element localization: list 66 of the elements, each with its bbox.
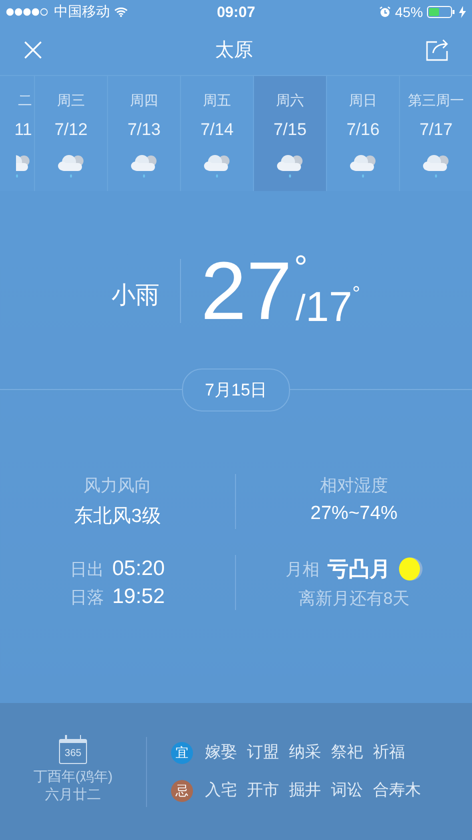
almanac-item: 嫁娶 bbox=[205, 743, 237, 763]
date-pill: 7月15日 bbox=[182, 368, 290, 412]
wifi-icon bbox=[114, 7, 128, 17]
almanac-item: 掘井 bbox=[289, 780, 321, 801]
close-icon[interactable] bbox=[24, 40, 42, 58]
moon-label: 月相 bbox=[286, 558, 320, 580]
sun-label: 日落 bbox=[70, 586, 104, 608]
temperature-separator: / bbox=[296, 287, 306, 329]
detail-label: 风力风向 bbox=[84, 475, 152, 497]
moon-phase: 亏凸月 bbox=[328, 557, 390, 583]
almanac-item: 祈福 bbox=[373, 742, 405, 763]
almanac-tag: 宜 bbox=[171, 742, 193, 764]
almanac-item: 订盟 bbox=[247, 743, 279, 763]
day-label: 周日 bbox=[349, 92, 377, 110]
almanac-item: 祭祀 bbox=[331, 742, 363, 763]
moon-note: 离新月还有8天 bbox=[298, 588, 410, 610]
share-icon[interactable] bbox=[426, 38, 450, 60]
day-date: 7/13 bbox=[127, 120, 161, 140]
detail-value: 27%~74% bbox=[310, 503, 398, 525]
day-date: 7/17 bbox=[419, 120, 453, 140]
carrier-name: 中国移动 bbox=[54, 3, 110, 21]
battery-icon bbox=[427, 6, 455, 18]
lunar-year: 丁酉年(鸡年) bbox=[33, 768, 113, 786]
clock-time: 09:07 bbox=[216, 4, 256, 20]
almanac-item: 入宅 bbox=[205, 780, 237, 801]
rain-cloud-icon bbox=[56, 152, 86, 178]
high-temperature: 27 bbox=[200, 251, 292, 333]
signal-icon bbox=[6, 8, 50, 16]
day-date: 7/16 bbox=[346, 120, 380, 140]
almanac-item: 合寿木 bbox=[373, 780, 421, 801]
moon-icon bbox=[398, 557, 422, 581]
rain-cloud-icon bbox=[275, 152, 305, 178]
sun-label: 日出 bbox=[70, 558, 104, 580]
weather-condition: 小雨 bbox=[112, 281, 160, 311]
day-label: 周四 bbox=[130, 92, 158, 110]
degree-sign: ° bbox=[294, 251, 308, 285]
low-temperature: 17 bbox=[306, 283, 352, 331]
day-date: 11 bbox=[14, 120, 32, 140]
lunar-date: 六月廿二 bbox=[45, 786, 101, 804]
detail-value: 东北风3级 bbox=[74, 505, 161, 529]
battery-percent: 45% bbox=[394, 4, 423, 20]
almanac-tag: 忌 bbox=[171, 780, 193, 802]
day-date: 7/14 bbox=[200, 120, 234, 140]
day-column[interactable]: 周六 7/15 bbox=[254, 76, 327, 191]
city-title: 太原 bbox=[215, 38, 253, 62]
rain-cloud-icon bbox=[421, 152, 451, 178]
rain-cloud-icon bbox=[348, 152, 378, 178]
sun-time: 19:52 bbox=[112, 585, 165, 609]
day-label: 周三 bbox=[57, 92, 85, 110]
degree-sign: ° bbox=[352, 283, 360, 306]
almanac-item: 开市 bbox=[247, 780, 279, 801]
sun-time: 05:20 bbox=[112, 557, 165, 581]
day-date: 7/12 bbox=[54, 120, 88, 140]
alarm-icon bbox=[378, 6, 391, 18]
day-date: 7/15 bbox=[273, 120, 307, 140]
charging-icon bbox=[459, 6, 466, 18]
rain-cloud-icon bbox=[129, 152, 159, 178]
rain-cloud-icon bbox=[202, 152, 232, 178]
rain-cloud-icon bbox=[16, 152, 32, 178]
almanac-item: 纳采 bbox=[289, 742, 321, 763]
day-label: 第三周一 bbox=[408, 92, 464, 110]
day-label: 周六 bbox=[276, 92, 304, 110]
day-label: 周五 bbox=[203, 92, 231, 110]
almanac-item: 词讼 bbox=[331, 781, 363, 801]
detail-label: 相对湿度 bbox=[320, 475, 388, 497]
day-label: 二 bbox=[18, 92, 32, 110]
